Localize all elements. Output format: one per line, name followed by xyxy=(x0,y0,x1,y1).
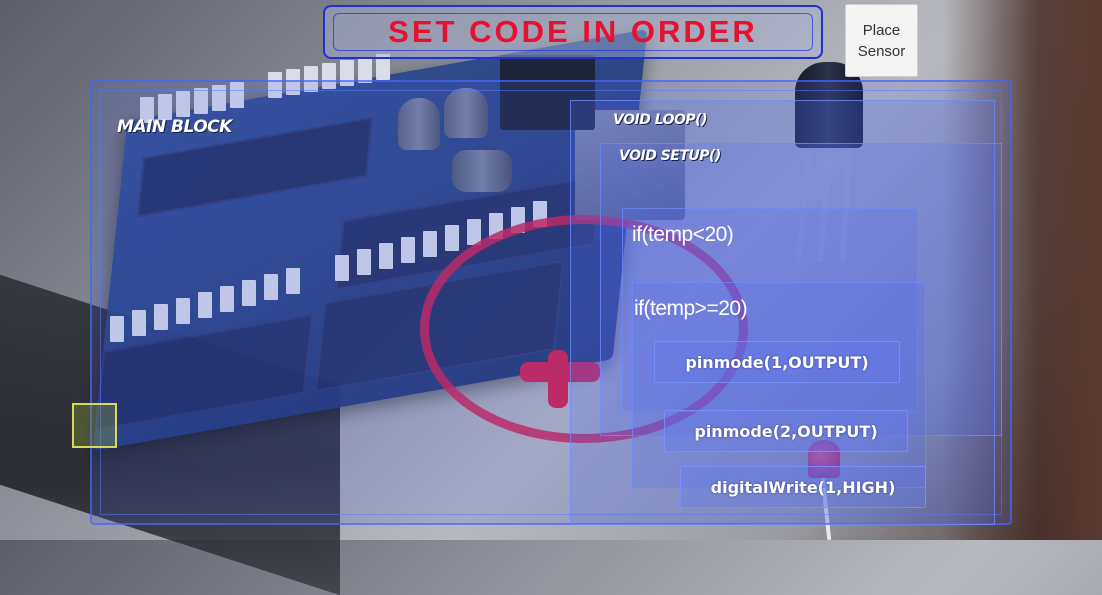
pinmode-2-block[interactable]: pinmode(2,OUTPUT) xyxy=(664,410,908,452)
page-title: SET CODE IN ORDER xyxy=(388,14,758,49)
digitalwrite-1-block[interactable]: digitalWrite(1,HIGH) xyxy=(680,466,926,508)
place-sensor-button[interactable]: Place Sensor xyxy=(845,4,918,77)
drop-slot[interactable] xyxy=(72,403,117,448)
if-temp-lt-label: if(temp<20) xyxy=(632,223,734,246)
title-banner: SET CODE IN ORDER xyxy=(323,5,823,59)
place-sensor-label-line1: Place xyxy=(862,21,901,39)
void-loop-label: VOID LOOP() xyxy=(613,112,707,128)
void-setup-label: VOID SETUP() xyxy=(619,148,721,164)
main-block-label: MAIN BLOCK xyxy=(117,117,232,137)
place-sensor-label-line2: Sensor xyxy=(857,42,906,60)
pinmode-1-block[interactable]: pinmode(1,OUTPUT) xyxy=(654,341,900,383)
if-temp-ge-label: if(temp>=20) xyxy=(634,297,748,320)
